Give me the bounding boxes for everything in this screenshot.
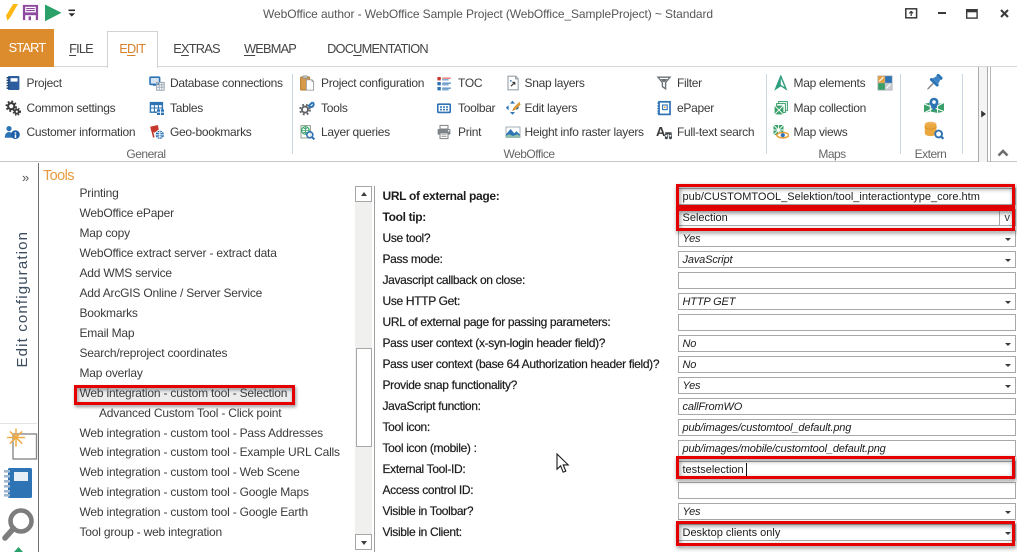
svg-text:A: A bbox=[656, 124, 666, 139]
